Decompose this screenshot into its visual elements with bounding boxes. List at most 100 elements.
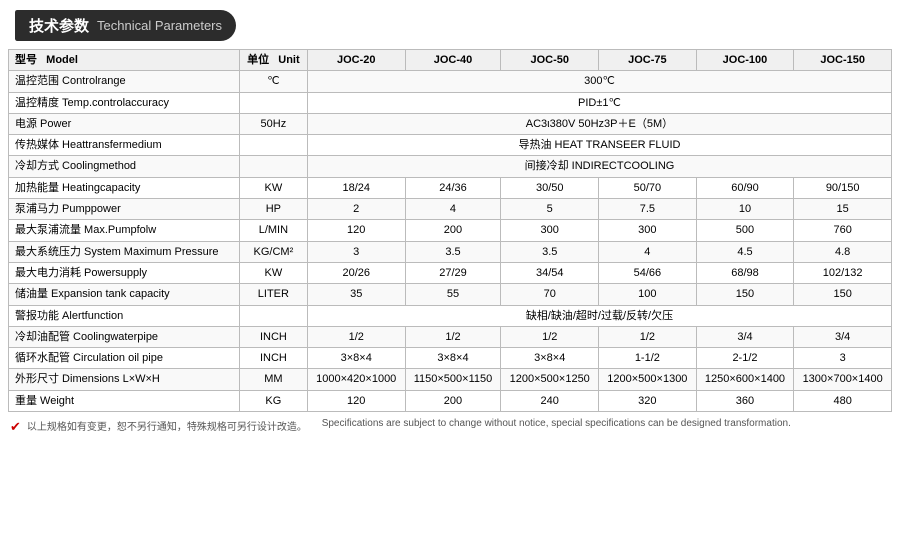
value-cell: 500 [696, 220, 794, 241]
value-cell: 120 [307, 390, 405, 411]
value-cell: 35 [307, 284, 405, 305]
table-row: 警报功能 Alertfunction 缺相/缺油/超时/过载/反转/欠压 [9, 305, 892, 326]
table-row: 加热能量 HeatingcapacityKW18/2424/3630/5050/… [9, 177, 892, 198]
param-cell: 泵浦马力 Pumppower [9, 199, 240, 220]
unit-cell [239, 156, 307, 177]
unit-cell: L/MIN [239, 220, 307, 241]
unit-cell: KW [239, 262, 307, 283]
table-header-row: 型号 Model 单位 Unit JOC-20 JOC-40 JOC-50 JO… [9, 50, 892, 71]
footer-note: ✔ 以上规格如有变更，恕不另行通知，特殊规格可另行设计改造。 Specifica… [0, 412, 900, 441]
value-cell: 320 [599, 390, 697, 411]
table-row: 传热媒体 Heattransfermedium 导热油 HEAT TRANSEER… [9, 135, 892, 156]
value-cell: 1000×420×1000 [307, 369, 405, 390]
value-cell: 34/54 [501, 262, 599, 283]
table-row: 最大电力消耗 PowersupplyKW20/2627/2934/5454/66… [9, 262, 892, 283]
value-cell: 10 [696, 199, 794, 220]
footer-en-text: Specifications are subject to change wit… [322, 418, 791, 429]
value-cell: 60/90 [696, 177, 794, 198]
table-row: 最大系统压力 System Maximum PressureKG/CM²33.5… [9, 241, 892, 262]
value-cell: 120 [307, 220, 405, 241]
unit-cell: KG/CM² [239, 241, 307, 262]
value-cell: 480 [794, 390, 892, 411]
header-en-label: Technical Parameters [97, 18, 222, 33]
param-cell: 传热媒体 Heattransfermedium [9, 135, 240, 156]
param-cell: 最大电力消耗 Powersupply [9, 262, 240, 283]
table-row: 冷却油配管 CoolingwaterpipeINCH1/21/21/21/23/… [9, 326, 892, 347]
value-cell: 1/2 [599, 326, 697, 347]
value-cell: 1300×700×1400 [794, 369, 892, 390]
value-cell: 3×8×4 [501, 348, 599, 369]
col-header-unit: 单位 Unit [239, 50, 307, 71]
value-cell: 150 [696, 284, 794, 305]
table-row: 储油量 Expansion tank capacityLITER35557010… [9, 284, 892, 305]
unit-cell: MM [239, 369, 307, 390]
col-header-joc50: JOC-50 [501, 50, 599, 71]
value-cell: 1-1/2 [599, 348, 697, 369]
value-cell: 15 [794, 199, 892, 220]
value-cell: 2 [307, 199, 405, 220]
table-container: 型号 Model 单位 Unit JOC-20 JOC-40 JOC-50 JO… [0, 49, 900, 412]
param-cell: 冷却油配管 Coolingwaterpipe [9, 326, 240, 347]
col-header-joc40: JOC-40 [405, 50, 501, 71]
value-cell-span: PID±1℃ [307, 92, 891, 113]
value-cell: 20/26 [307, 262, 405, 283]
value-cell: 240 [501, 390, 599, 411]
table-row: 外形尺寸 Dimensions L×W×HMM1000×420×10001150… [9, 369, 892, 390]
value-cell: 360 [696, 390, 794, 411]
param-cell: 循环水配管 Circulation oil pipe [9, 348, 240, 369]
value-cell: 3/4 [696, 326, 794, 347]
value-cell: 7.5 [599, 199, 697, 220]
unit-cell: HP [239, 199, 307, 220]
value-cell: 70 [501, 284, 599, 305]
value-cell: 3×8×4 [307, 348, 405, 369]
value-cell: 3/4 [794, 326, 892, 347]
col-header-joc20: JOC-20 [307, 50, 405, 71]
value-cell: 54/66 [599, 262, 697, 283]
param-cell: 温控精度 Temp.controlaccuracy [9, 92, 240, 113]
params-table: 型号 Model 单位 Unit JOC-20 JOC-40 JOC-50 JO… [8, 49, 892, 412]
value-cell: 27/29 [405, 262, 501, 283]
unit-cell: LITER [239, 284, 307, 305]
param-cell: 最大系统压力 System Maximum Pressure [9, 241, 240, 262]
value-cell: 4 [599, 241, 697, 262]
col-header-joc150: JOC-150 [794, 50, 892, 71]
footer-zh-text: 以上规格如有变更，恕不另行通知，特殊规格可另行设计改造。 [27, 418, 307, 433]
table-row: 冷却方式 Coolingmethod 间接冷却 INDIRECTCOOLING [9, 156, 892, 177]
col-header-joc75: JOC-75 [599, 50, 697, 71]
value-cell: 300 [501, 220, 599, 241]
value-cell-span: 间接冷却 INDIRECTCOOLING [307, 156, 891, 177]
value-cell: 760 [794, 220, 892, 241]
table-row: 循环水配管 Circulation oil pipeINCH3×8×43×8×4… [9, 348, 892, 369]
table-row: 温控精度 Temp.controlaccuracy PID±1℃ [9, 92, 892, 113]
value-cell-span: 300℃ [307, 71, 891, 92]
value-cell: 200 [405, 220, 501, 241]
unit-cell: 50Hz [239, 113, 307, 134]
value-cell: 3 [794, 348, 892, 369]
col-header-joc100: JOC-100 [696, 50, 794, 71]
param-cell: 冷却方式 Coolingmethod [9, 156, 240, 177]
value-cell: 1200×500×1300 [599, 369, 697, 390]
table-row: 温控范围 Controlrange℃300℃ [9, 71, 892, 92]
param-cell: 最大泵浦流量 Max.Pumpfolw [9, 220, 240, 241]
unit-cell: KW [239, 177, 307, 198]
value-cell: 1200×500×1250 [501, 369, 599, 390]
value-cell: 1/2 [405, 326, 501, 347]
value-cell: 3.5 [501, 241, 599, 262]
table-row: 泵浦马力 PumppowerHP2457.51015 [9, 199, 892, 220]
header-zh-label: 技术参数 [29, 15, 89, 36]
value-cell: 55 [405, 284, 501, 305]
unit-cell: INCH [239, 348, 307, 369]
value-cell: 24/36 [405, 177, 501, 198]
param-cell: 电源 Power [9, 113, 240, 134]
value-cell: 30/50 [501, 177, 599, 198]
value-cell: 18/24 [307, 177, 405, 198]
value-cell: 4.5 [696, 241, 794, 262]
value-cell: 5 [501, 199, 599, 220]
param-cell: 警报功能 Alertfunction [9, 305, 240, 326]
param-cell: 外形尺寸 Dimensions L×W×H [9, 369, 240, 390]
footer-check-icon: ✔ [10, 419, 21, 435]
value-cell: 150 [794, 284, 892, 305]
unit-cell [239, 92, 307, 113]
value-cell-span: 导热油 HEAT TRANSEER FLUID [307, 135, 891, 156]
value-cell-span: 缺相/缺油/超时/过载/反转/欠压 [307, 305, 891, 326]
